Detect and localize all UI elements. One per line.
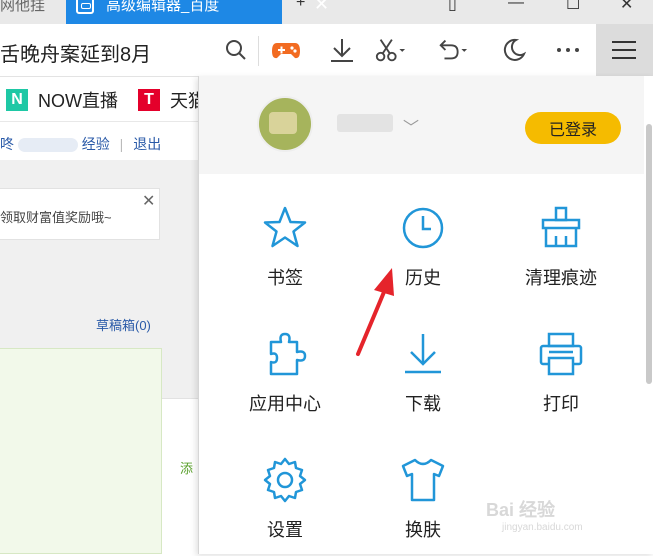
menu-item-settings[interactable]: 设置 xyxy=(225,456,345,556)
game-controller-icon[interactable] xyxy=(270,34,302,66)
toolbar-divider xyxy=(258,36,259,66)
tab-active-title: 高级编辑器_百度 xyxy=(106,0,220,14)
watermark-text: Bai 经验 xyxy=(486,500,556,520)
puzzle-icon xyxy=(269,332,307,376)
bookmark-label: NOW直播 xyxy=(38,91,118,111)
close-window-icon[interactable]: ✕ xyxy=(620,0,633,14)
tab-close-icon[interactable]: ✕ xyxy=(314,0,329,15)
menu-item-downloads[interactable]: 下载 xyxy=(363,330,483,430)
shirt-icon xyxy=(401,458,445,502)
minimize-icon[interactable]: — xyxy=(508,0,524,12)
editor-area[interactable] xyxy=(0,348,162,554)
scissors-icon[interactable] xyxy=(374,34,406,66)
notice-text: 领取财富值奖励哦~ xyxy=(0,210,112,225)
reward-notice: 领取财富值奖励哦~ ✕ xyxy=(0,188,160,240)
menu-item-label: 应用中心 xyxy=(249,394,321,414)
menu-item-label: 历史 xyxy=(405,268,441,288)
menu-item-label: 下载 xyxy=(405,394,441,414)
watermark-url: jingyan.baidu.com xyxy=(502,522,583,533)
experience-link[interactable]: 经验 xyxy=(82,136,110,152)
draft-box-link[interactable]: 草稿箱(0) xyxy=(96,315,151,334)
address-bar: 舌晚舟案延到8月 xyxy=(0,24,653,77)
printer-icon xyxy=(539,332,583,376)
menu-item-skins[interactable]: 换肤 xyxy=(363,456,483,556)
moon-icon[interactable] xyxy=(498,34,530,66)
menu-item-print[interactable]: 打印 xyxy=(501,330,621,430)
search-icon[interactable] xyxy=(220,34,252,66)
blurred-username xyxy=(17,138,78,153)
new-tab-button[interactable]: + xyxy=(296,0,305,12)
undo-icon[interactable] xyxy=(436,34,468,66)
menu-item-label: 清理痕迹 xyxy=(525,268,597,288)
menu-icon xyxy=(612,41,636,59)
menu-item-clear-traces[interactable]: 清理痕迹 xyxy=(501,204,621,304)
address-input[interactable]: 舌晚舟案延到8月 xyxy=(0,38,151,67)
maximize-icon[interactable]: ☐ xyxy=(566,0,580,14)
tab-strip: 网他挂 高级编辑器_百度 ✕ + ▯ — ☐ ✕ xyxy=(0,0,653,24)
window-pin-icon[interactable]: ▯ xyxy=(448,0,457,14)
baidu-favicon-icon xyxy=(76,0,94,14)
tab-previous-title[interactable]: 网他挂 xyxy=(0,0,45,15)
menu-item-label: 设置 xyxy=(267,520,303,540)
user-name-link[interactable]: 咚 xyxy=(0,136,14,152)
star-icon xyxy=(263,206,307,248)
tab-active[interactable]: 高级编辑器_百度 ✕ xyxy=(66,0,329,24)
bookmark-now-live[interactable]: N NOW直播 xyxy=(6,87,118,113)
now-live-logo-icon: N xyxy=(6,89,28,111)
tmall-logo-icon: T xyxy=(138,89,160,111)
link-divider: | xyxy=(119,136,124,152)
login-status-badge[interactable]: 已登录 xyxy=(525,112,621,144)
menu-item-label: 打印 xyxy=(543,394,579,414)
more-icon[interactable] xyxy=(552,34,584,66)
chevron-down-icon[interactable]: ﹀ xyxy=(403,114,419,138)
clock-icon xyxy=(402,207,444,249)
add-link[interactable]: 添 xyxy=(180,458,193,477)
menu-item-app-center[interactable]: 应用中心 xyxy=(225,330,345,430)
main-menu-button[interactable] xyxy=(596,24,653,76)
blurred-username xyxy=(337,114,393,132)
download-icon[interactable] xyxy=(326,34,358,66)
menu-item-bookmarks[interactable]: 书签 xyxy=(225,204,345,304)
close-icon[interactable]: ✕ xyxy=(142,191,155,211)
menu-item-label: 书签 xyxy=(267,268,303,288)
gear-icon xyxy=(263,457,307,503)
download-icon xyxy=(405,334,441,374)
broom-icon xyxy=(541,206,581,248)
account-header: ﹀ 已登录 xyxy=(199,76,644,174)
bookmark-tmall[interactable]: T 天猫 xyxy=(138,87,206,113)
logout-link[interactable]: 退出 xyxy=(133,136,161,152)
avatar[interactable] xyxy=(257,96,313,152)
menu-item-history[interactable]: 历史 xyxy=(363,204,483,304)
watermark: Bai 经验 jingyan.baidu.com xyxy=(486,496,583,533)
menu-item-label: 换肤 xyxy=(405,520,441,540)
scrollbar[interactable] xyxy=(646,124,652,384)
user-links: 咚 经验 | 退出 xyxy=(0,134,161,154)
browser-menu-panel: ﹀ 已登录 书签 历史 清理痕迹 应用中心 下载 打印 设置 换肤 xyxy=(198,76,653,554)
